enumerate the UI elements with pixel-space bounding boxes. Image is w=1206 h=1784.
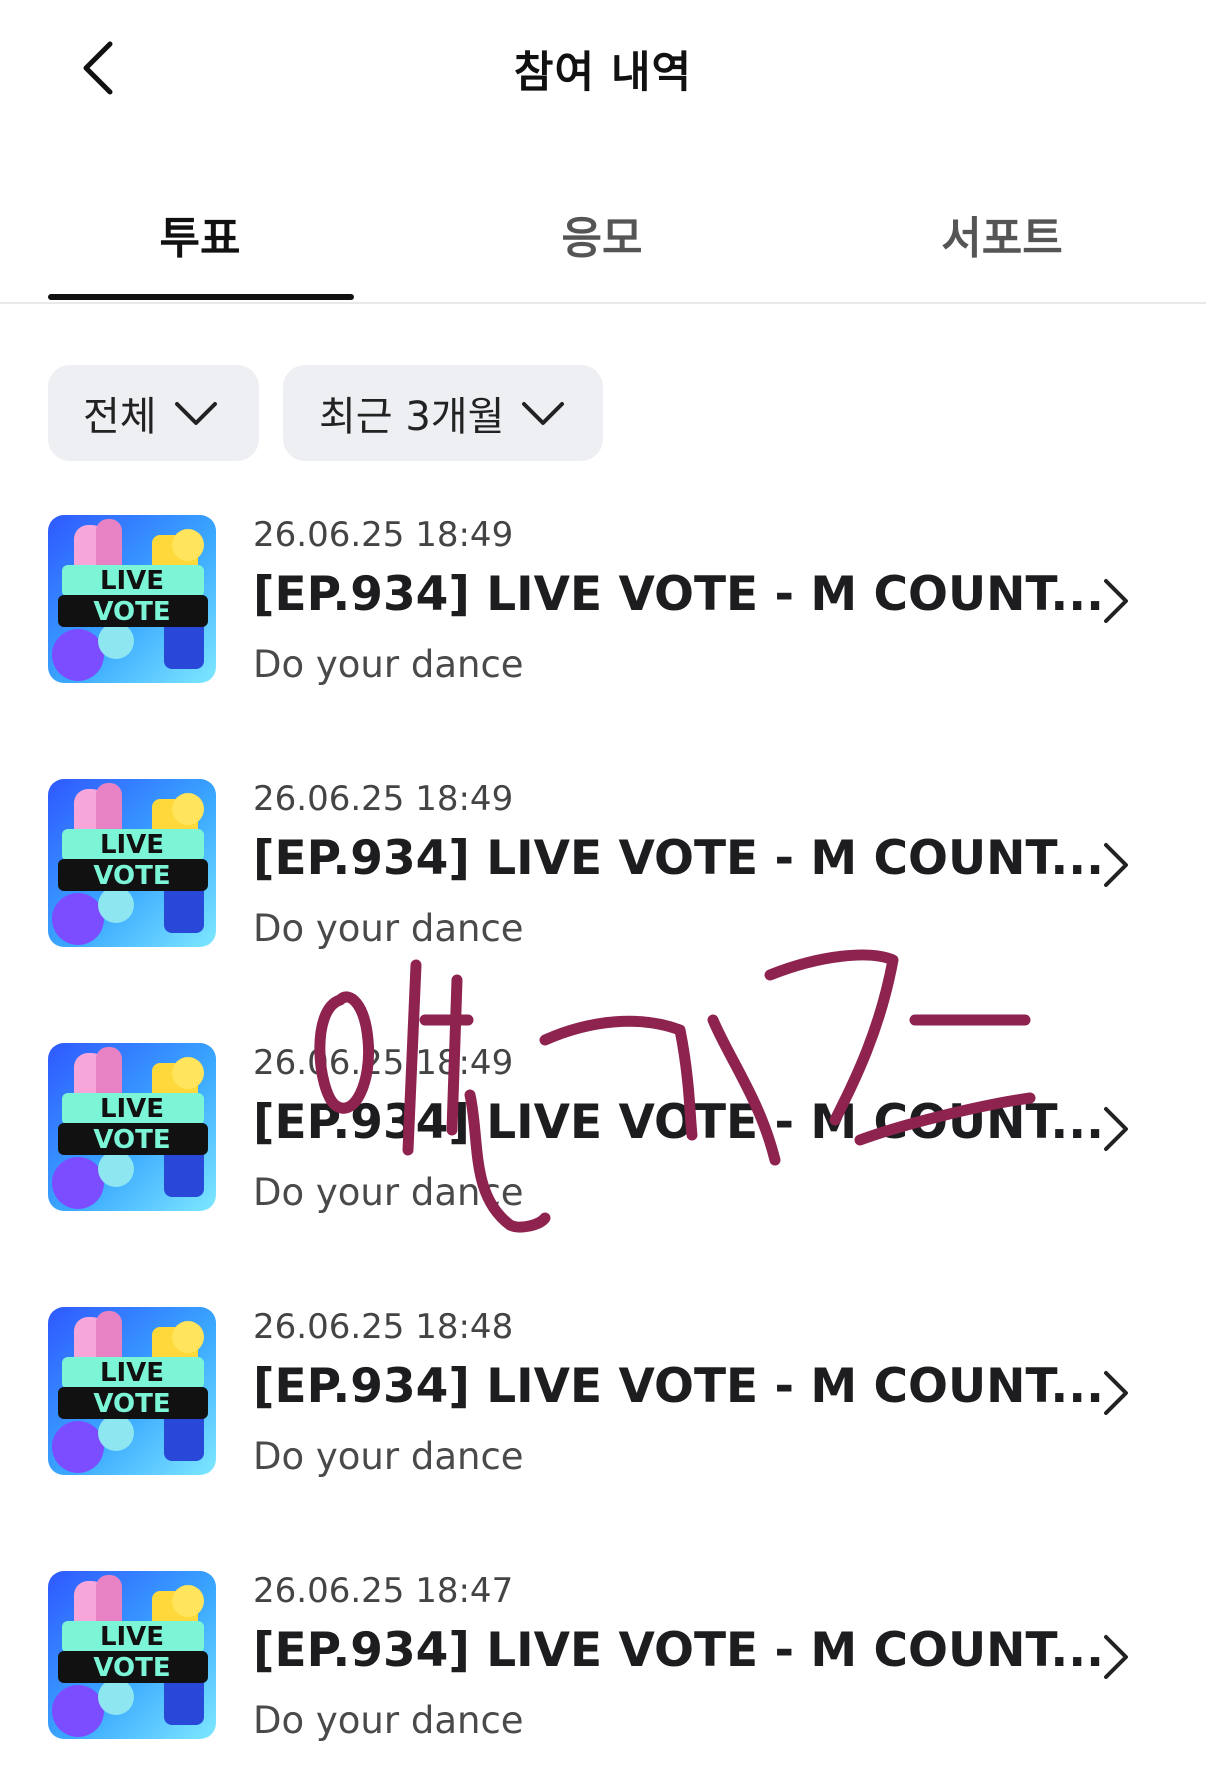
chevron-right-icon bbox=[1104, 1371, 1128, 1415]
chevron-down-icon bbox=[174, 402, 217, 425]
svg-text:LIVE: LIVE bbox=[100, 1358, 164, 1388]
chevron-down-icon bbox=[522, 402, 565, 425]
chevron-right-icon bbox=[1104, 1107, 1128, 1151]
category-filter-label: 전체 bbox=[83, 394, 157, 440]
active-tab-indicator bbox=[48, 294, 354, 300]
item-date: 26.06.25 18:49 bbox=[253, 1043, 514, 1083]
svg-text:LIVE: LIVE bbox=[100, 830, 164, 860]
chevron-right-icon bbox=[1104, 1635, 1128, 1679]
item-title: [EP.934] LIVE VOTE - M COUNT... bbox=[253, 1095, 1104, 1150]
item-date: 26.06.25 18:47 bbox=[253, 1571, 514, 1611]
item-subtitle: Do your dance bbox=[253, 1171, 524, 1214]
svg-text:VOTE: VOTE bbox=[93, 861, 170, 891]
svg-text:LIVE: LIVE bbox=[100, 1094, 164, 1124]
chevron-right-icon bbox=[1104, 843, 1128, 887]
item-title: [EP.934] LIVE VOTE - M COUNT... bbox=[253, 1359, 1104, 1414]
item-title: [EP.934] LIVE VOTE - M COUNT... bbox=[253, 567, 1104, 622]
svg-text:LIVE: LIVE bbox=[100, 566, 164, 596]
item-date: 26.06.25 18:49 bbox=[253, 779, 514, 819]
svg-text:VOTE: VOTE bbox=[93, 1389, 170, 1419]
svg-text:VOTE: VOTE bbox=[93, 597, 170, 627]
tab-divider bbox=[0, 302, 1206, 304]
item-subtitle: Do your dance bbox=[253, 1699, 524, 1742]
item-subtitle: Do your dance bbox=[253, 907, 524, 950]
category-filter-dropdown[interactable]: 전체 bbox=[48, 365, 259, 461]
page-title: 참여 내역 bbox=[513, 48, 693, 98]
item-date: 26.06.25 18:49 bbox=[253, 515, 514, 555]
svg-text:VOTE: VOTE bbox=[93, 1653, 170, 1683]
list-item[interactable]: LIVE VOTE 26.06.25 18:48 [EP.934] LIVE V… bbox=[0, 1307, 1206, 1478]
item-subtitle: Do your dance bbox=[253, 643, 524, 686]
list-item[interactable]: LIVE VOTE 26.06.25 18:49 [EP.934] LIVE V… bbox=[0, 515, 1206, 686]
tab-vote[interactable]: 투표 bbox=[20, 202, 380, 266]
item-title: [EP.934] LIVE VOTE - M COUNT... bbox=[253, 831, 1104, 886]
period-filter-label: 최근 3개월 bbox=[319, 394, 505, 440]
tab-bar: 투표 응모 서포트 bbox=[0, 190, 1206, 304]
live-vote-thumbnail: LIVE VOTE bbox=[48, 1307, 216, 1475]
item-title: [EP.934] LIVE VOTE - M COUNT... bbox=[253, 1623, 1104, 1678]
svg-text:LIVE: LIVE bbox=[100, 1622, 164, 1652]
list-item[interactable]: LIVE VOTE 26.06.25 18:47 [EP.934] LIVE V… bbox=[0, 1571, 1206, 1742]
live-vote-thumbnail: LIVE VOTE bbox=[48, 1043, 216, 1211]
list-item[interactable]: LIVE VOTE 26.06.25 18:49 [EP.934] LIVE V… bbox=[0, 779, 1206, 950]
item-subtitle: Do your dance bbox=[253, 1435, 524, 1478]
live-vote-thumbnail: LIVE VOTE bbox=[48, 779, 216, 947]
tab-entry[interactable]: 응모 bbox=[422, 202, 782, 266]
list-item[interactable]: LIVE VOTE 26.06.25 18:49 [EP.934] LIVE V… bbox=[0, 1043, 1206, 1214]
chevron-right-icon bbox=[1104, 579, 1128, 623]
period-filter-dropdown[interactable]: 최근 3개월 bbox=[283, 365, 603, 461]
live-vote-thumbnail: LIVE VOTE bbox=[48, 1571, 216, 1739]
header: 참여 내역 bbox=[0, 0, 1206, 140]
live-vote-thumbnail: LIVE VOTE bbox=[48, 515, 216, 683]
item-date: 26.06.25 18:48 bbox=[253, 1307, 514, 1347]
svg-text:VOTE: VOTE bbox=[93, 1125, 170, 1155]
tab-support[interactable]: 서포트 bbox=[822, 202, 1182, 266]
